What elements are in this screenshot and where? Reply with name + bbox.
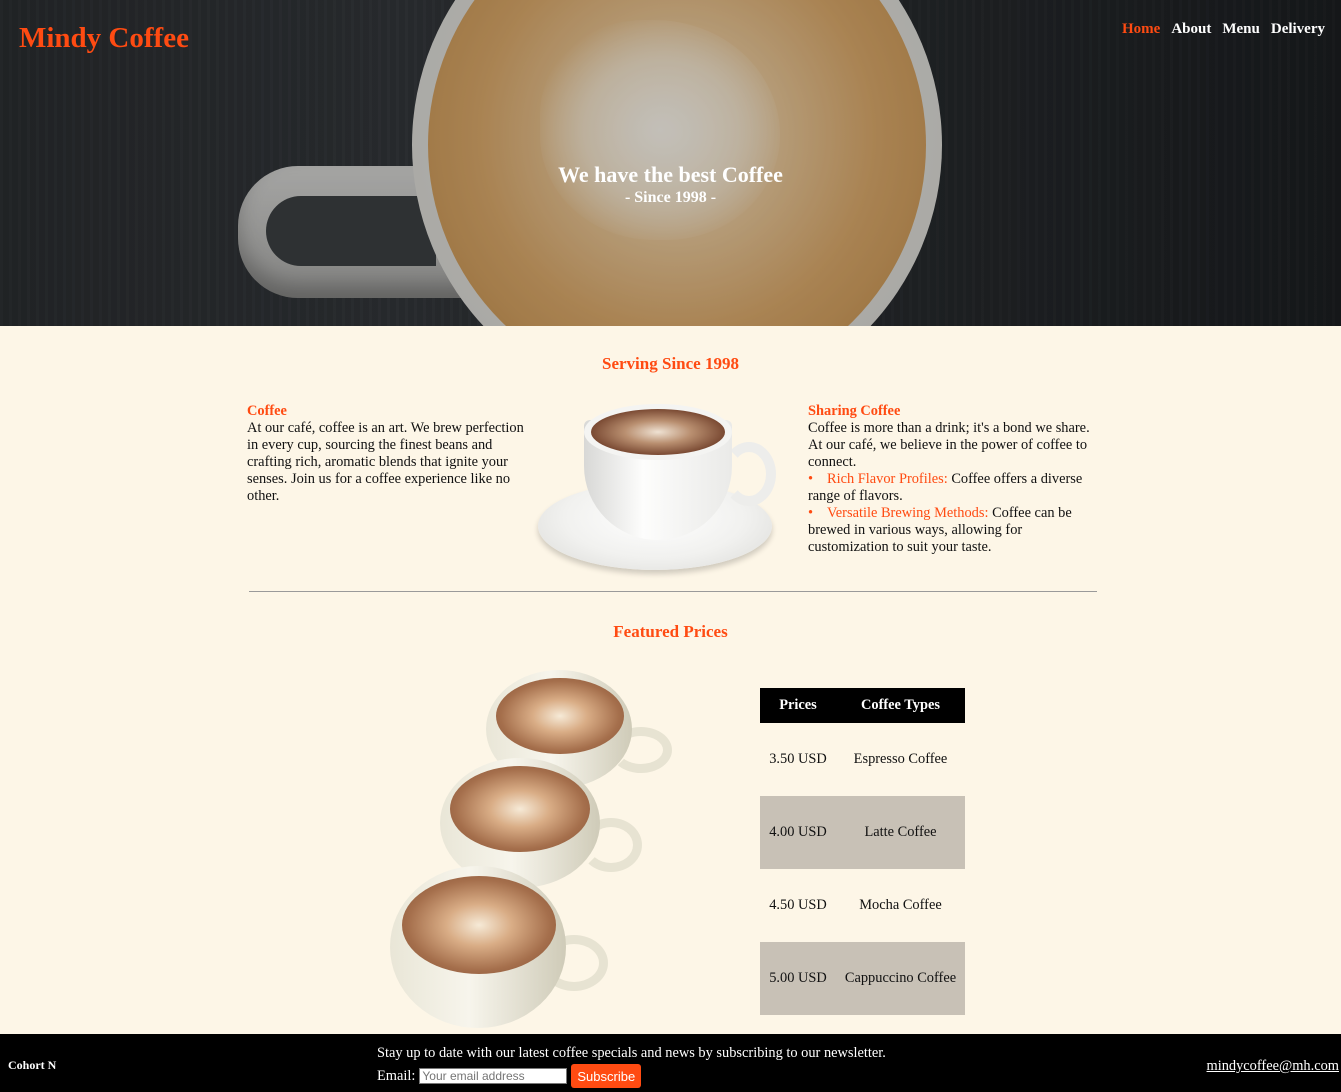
- price-table: Prices Coffee Types 3.50 USD Espresso Co…: [760, 688, 965, 1015]
- newsletter-text: Stay up to date with our latest coffee s…: [377, 1045, 886, 1061]
- table-row: 4.00 USD Latte Coffee: [760, 796, 965, 869]
- coffee-column: Coffee At our café, coffee is an art. We…: [247, 403, 532, 505]
- table-row: 4.50 USD Mocha Coffee: [760, 869, 965, 942]
- subscribe-button[interactable]: Subscribe: [571, 1064, 642, 1088]
- nav-about[interactable]: About: [1171, 21, 1211, 38]
- sharing-text: Coffee is more than a drink; it's a bond…: [808, 420, 1090, 470]
- nav-menu[interactable]: Menu: [1222, 21, 1260, 38]
- column-header-prices: Prices: [760, 688, 836, 723]
- price-cell: 4.00 USD: [760, 796, 836, 869]
- cup-coffee-shape: [591, 409, 725, 455]
- section-divider: [249, 591, 1097, 592]
- list-item: • Versatile Brewing Methods: Coffee can b…: [808, 505, 1098, 556]
- newsletter-form: Email: Subscribe: [377, 1064, 642, 1088]
- featured-heading: Featured Prices: [613, 622, 728, 641]
- sharing-list: • Rich Flavor Profiles: Coffee offers a d…: [808, 471, 1098, 556]
- column-header-types: Coffee Types: [836, 688, 965, 723]
- price-cell: 4.50 USD: [769, 897, 827, 913]
- type-cell: Mocha Coffee: [859, 897, 942, 913]
- table-row: 3.50 USD Espresso Coffee: [760, 723, 965, 796]
- cohort-label: Cohort N: [8, 1058, 57, 1072]
- hero-title: We have the best Coffee: [558, 162, 783, 187]
- price-cell: 5.00 USD: [760, 942, 836, 1015]
- main-nav: Home About Menu Delivery: [1122, 21, 1325, 38]
- type-cell: Cappuccino Coffee: [836, 942, 965, 1015]
- brand-logo[interactable]: Mindy Coffee: [19, 22, 189, 55]
- type-cell: Espresso Coffee: [853, 751, 948, 767]
- table-header-row: Prices Coffee Types: [760, 688, 965, 723]
- type-cell: Latte Coffee: [836, 796, 965, 869]
- list-item-highlight: Versatile Brewing Methods:: [827, 505, 989, 521]
- nav-delivery[interactable]: Delivery: [1271, 21, 1325, 38]
- sharing-column: Sharing Coffee Coffee is more than a dri…: [808, 403, 1098, 556]
- table-row: 5.00 USD Cappuccino Coffee: [760, 942, 965, 1015]
- contact-email-link[interactable]: mindycoffee@mh.com: [1207, 1058, 1339, 1075]
- footer: Cohort N Stay up to date with our latest…: [0, 1034, 1341, 1092]
- nav-home[interactable]: Home: [1122, 21, 1160, 38]
- email-input[interactable]: [419, 1068, 568, 1084]
- sharing-title: Sharing Coffee: [808, 403, 901, 419]
- serving-heading: Serving Since 1998: [602, 354, 739, 373]
- coffee-text: At our café, coffee is an art. We brew p…: [247, 420, 524, 504]
- bullet-icon: •: [808, 471, 814, 487]
- bullet-icon: •: [808, 505, 814, 521]
- list-item-highlight: Rich Flavor Profiles:: [827, 471, 948, 487]
- hero-subtitle: - Since 1998 -: [624, 189, 717, 206]
- price-cell: 3.50 USD: [769, 751, 827, 767]
- email-label: Email:: [377, 1067, 416, 1084]
- list-item: • Rich Flavor Profiles: Coffee offers a d…: [808, 471, 1098, 505]
- hero-banner: Mindy Coffee Home About Menu Delivery We…: [0, 0, 1341, 326]
- coffee-title: Coffee: [247, 403, 287, 419]
